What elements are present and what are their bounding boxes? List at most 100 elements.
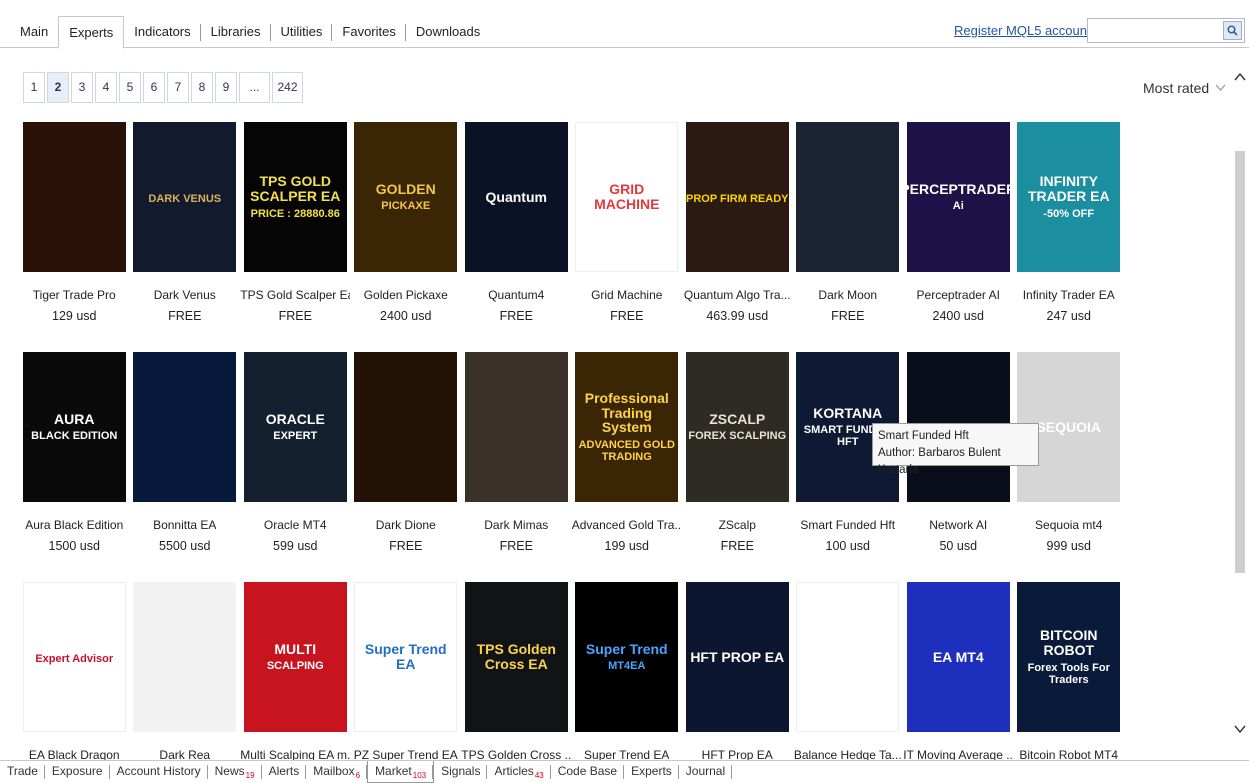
product-name[interactable]: Aura Black Edition [25,518,123,532]
bottom-tab-experts[interactable]: Experts [624,761,679,783]
product-card[interactable]: Super Trend EA PZ Super Trend EA [351,582,462,783]
product-thumbnail[interactable]: TPS GOLD SCALPER EA PRICE : 28880.86 [243,122,347,272]
tab-main[interactable]: Main [10,16,58,48]
product-name[interactable]: Sequoia mt4 [1035,518,1102,532]
product-name[interactable]: Dark Dione [376,518,436,532]
product-thumbnail[interactable] [796,122,900,272]
product-thumbnail[interactable] [464,352,568,502]
page-button[interactable]: ... [239,72,270,103]
page-button[interactable]: 1 [23,72,45,103]
product-card[interactable]: Professional Trading System ADVANCED GOLD… [572,352,683,582]
product-card[interactable]: Tiger Trade Pro 129 usd [19,122,130,352]
product-thumbnail[interactable]: HFT PROP EA [685,582,789,732]
tab-libraries[interactable]: Libraries [201,16,271,48]
product-name[interactable]: Oracle MT4 [264,518,327,532]
bottom-tab-trade[interactable]: Trade [0,761,45,783]
product-thumbnail[interactable]: Professional Trading System ADVANCED GOLD… [575,352,679,502]
product-thumbnail[interactable]: Super Trend MT4EA [575,582,679,732]
product-card[interactable]: Dark Dione FREE [351,352,462,582]
product-name[interactable]: ZScalp [719,518,756,532]
scroll-down-icon[interactable] [1231,720,1249,738]
product-card[interactable]: Quantum Quantum4 FREE [461,122,572,352]
page-button[interactable]: 8 [191,72,213,103]
product-thumbnail[interactable]: DARK VENUS [133,122,237,272]
product-card[interactable]: GRID MACHINE Grid Machine FREE [572,122,683,352]
tab-utilities[interactable]: Utilities [271,16,333,48]
product-name[interactable]: Golden Pickaxe [364,288,448,302]
bottom-tab-account-history[interactable]: Account History [110,761,208,783]
product-thumbnail[interactable] [354,352,458,502]
bottom-tab-mailbox[interactable]: Mailbox6 [306,761,367,783]
product-thumbnail[interactable]: PROP FIRM READY [685,122,789,272]
page-button[interactable]: 7 [167,72,189,103]
bottom-tab-exposure[interactable]: Exposure [45,761,110,783]
product-card[interactable]: GOLDEN PICKAXE Golden Pickaxe 2400 usd [351,122,462,352]
product-name[interactable]: Network AI [929,518,987,532]
product-thumbnail[interactable]: Expert Advisor [22,582,126,732]
product-thumbnail[interactable]: ORACLE EXPERT [243,352,347,502]
page-button[interactable]: 9 [215,72,237,103]
product-card[interactable]: Balance Hedge Ta... [793,582,904,783]
search-input[interactable] [1087,18,1245,43]
tab-downloads[interactable]: Downloads [406,16,490,48]
product-thumbnail[interactable] [796,582,900,732]
bottom-tab-market[interactable]: Market103 [367,761,435,783]
product-thumbnail[interactable]: INFINITY TRADER EA -50% OFF [1017,122,1121,272]
bottom-tab-news[interactable]: News19 [208,761,262,783]
page-button[interactable]: 2 [47,72,69,103]
product-card[interactable]: PERCEPTRADER Ai Perceptrader AI 2400 usd [903,122,1014,352]
page-button[interactable]: 242 [272,72,303,103]
scroll-up-icon[interactable] [1231,68,1249,86]
product-card[interactable]: Bonnitta EA 5500 usd [130,352,241,582]
product-thumbnail[interactable]: BITCOIN ROBOT Forex Tools For Traders [1017,582,1121,732]
tab-indicators[interactable]: Indicators [124,16,202,48]
product-name[interactable]: Tiger Trade Pro [33,288,116,302]
page-button[interactable]: 5 [119,72,141,103]
product-card[interactable]: TPS Golden Cross EA TPS Golden Cross ... [461,582,572,783]
product-card[interactable]: DARK VENUS Dark Venus FREE [130,122,241,352]
product-thumbnail[interactable]: GRID MACHINE [575,122,679,272]
product-card[interactable]: PROP FIRM READY Quantum Algo Tra... 463.99… [682,122,793,352]
scroll-thumb[interactable] [1235,151,1245,573]
product-thumbnail[interactable]: MULTI SCALPING [243,582,347,732]
product-name[interactable]: Grid Machine [591,288,662,302]
product-thumbnail[interactable]: PERCEPTRADER Ai [906,122,1010,272]
product-card[interactable]: Dark Moon FREE [793,122,904,352]
product-card[interactable]: TPS GOLD SCALPER EA PRICE : 28880.86 TPS G… [240,122,351,352]
vertical-scrollbar[interactable] [1231,62,1249,745]
product-card[interactable]: HFT PROP EA HFT Prop EA [682,582,793,783]
product-name[interactable]: Dark Mimas [484,518,548,532]
product-thumbnail[interactable]: GOLDEN PICKAXE [354,122,458,272]
product-card[interactable]: EA MT4 IT Moving Average ... [903,582,1014,783]
page-button[interactable]: 4 [95,72,117,103]
product-card[interactable]: INFINITY TRADER EA -50% OFF Infinity Trade… [1014,122,1125,352]
product-card[interactable]: AURA BLACK EDITION Aura Black Edition 1500 … [19,352,130,582]
product-name[interactable]: Quantum Algo Tra... [684,288,791,302]
tab-favorites[interactable]: Favorites [332,16,407,48]
bottom-tab-journal[interactable]: Journal [679,761,733,783]
bottom-tab-signals[interactable]: Signals [434,761,488,783]
product-name[interactable]: Smart Funded Hft [800,518,895,532]
product-card[interactable]: Dark Mimas FREE [461,352,572,582]
bottom-tab-alerts[interactable]: Alerts [262,761,307,783]
product-card[interactable]: Expert Advisor EA Black Dragon [19,582,130,783]
product-thumbnail[interactable]: ZSCALP FOREX SCALPING [685,352,789,502]
product-thumbnail[interactable] [22,122,126,272]
bottom-tab-code-base[interactable]: Code Base [551,761,625,783]
product-name[interactable]: Infinity Trader EA [1023,288,1115,302]
sort-dropdown[interactable]: Most rated [1143,80,1226,96]
product-name[interactable]: Advanced Gold Tra... [572,518,682,532]
product-card[interactable]: Super Trend MT4EA Super Trend EA [572,582,683,783]
product-card[interactable]: Dark Rea [130,582,241,783]
product-thumbnail[interactable]: Quantum [464,122,568,272]
page-button[interactable]: 6 [143,72,165,103]
search-icon[interactable] [1223,21,1242,40]
product-thumbnail[interactable]: TPS Golden Cross EA [464,582,568,732]
register-mql5-link[interactable]: Register MQL5 account [954,23,1091,38]
product-name[interactable]: Perceptrader AI [917,288,1000,302]
product-thumbnail[interactable] [133,582,237,732]
product-name[interactable]: Dark Moon [818,288,877,302]
product-card[interactable]: MULTI SCALPING Multi Scalping EA m... [240,582,351,783]
page-button[interactable]: 3 [71,72,93,103]
product-card[interactable]: BITCOIN ROBOT Forex Tools For Traders Bitc… [1014,582,1125,783]
